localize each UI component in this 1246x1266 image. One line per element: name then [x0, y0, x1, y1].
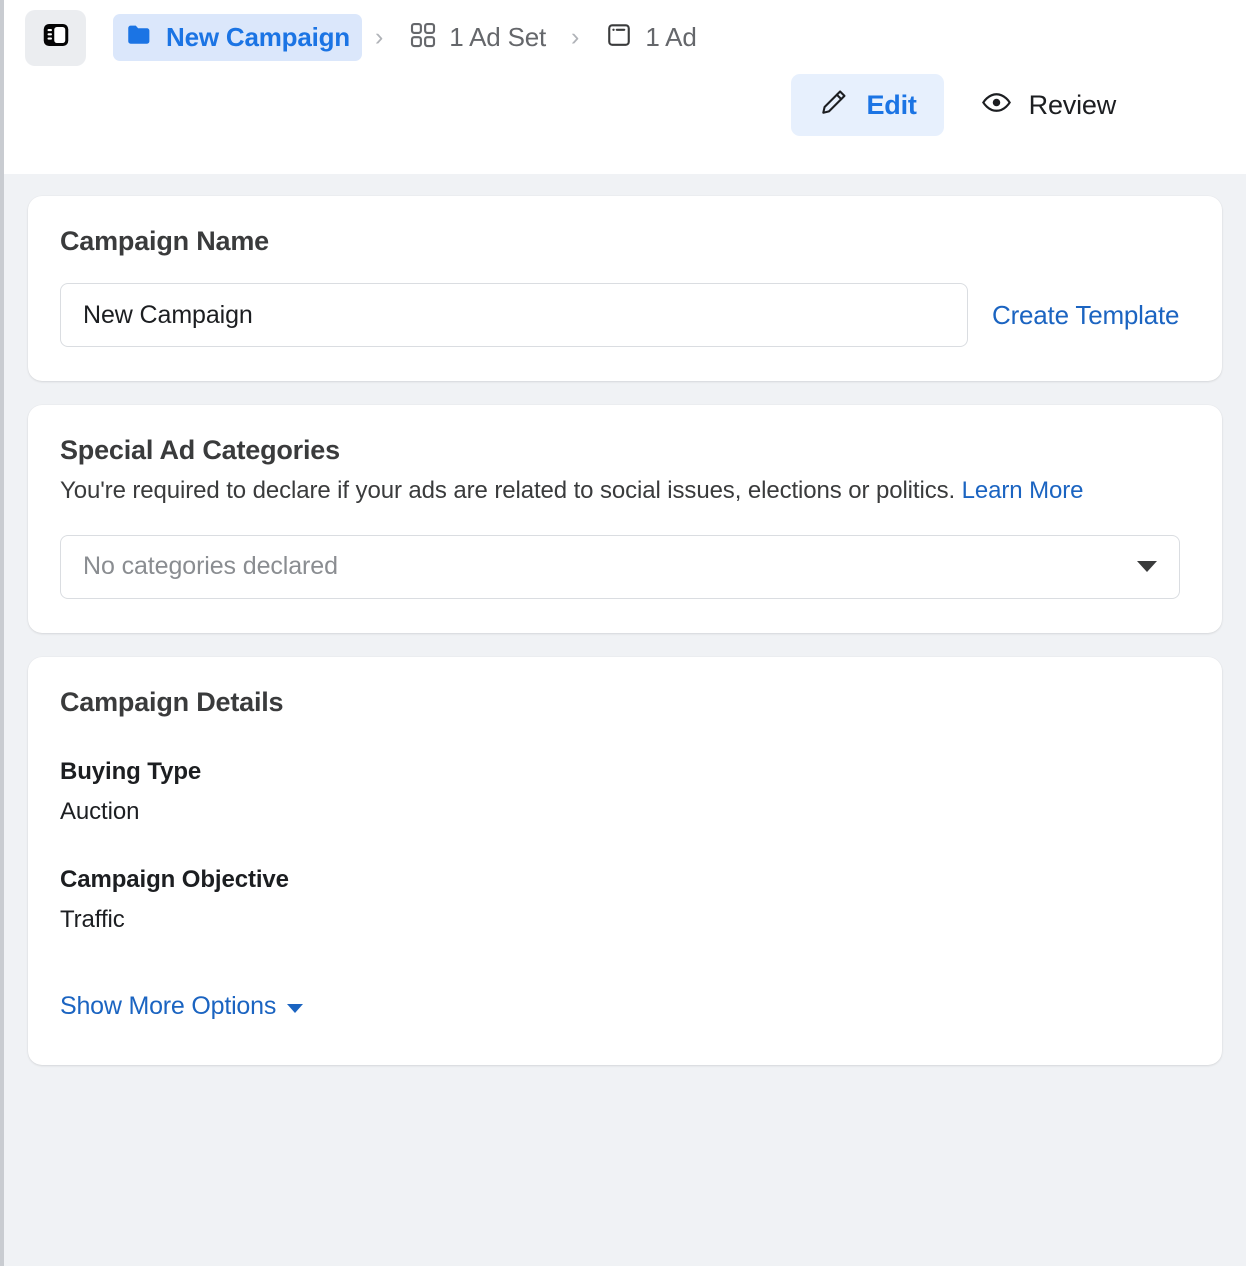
buying-type-value: Auction: [60, 798, 1190, 826]
breadcrumb-item-campaign-label: New Campaign: [166, 22, 350, 53]
buying-type-label: Buying Type: [60, 758, 1190, 786]
create-template-link[interactable]: Create Template: [992, 300, 1179, 331]
chevron-down-icon: [1137, 561, 1157, 572]
campaign-objective-value: Traffic: [60, 906, 1190, 934]
campaign-name-row: Create Template: [60, 283, 1190, 347]
pencil-icon: [818, 87, 849, 123]
breadcrumb-item-ad-label: 1 Ad: [645, 22, 696, 53]
breadcrumb: New Campaign › 1 Ad Set ›: [113, 14, 709, 61]
edit-button[interactable]: Edit: [791, 74, 943, 136]
breadcrumb-item-ad-set-label: 1 Ad Set: [449, 22, 546, 53]
breadcrumb-item-ad-set[interactable]: 1 Ad Set: [396, 14, 558, 61]
breadcrumb-item-campaign[interactable]: New Campaign: [113, 14, 362, 61]
special-ad-categories-title: Special Ad Categories: [60, 435, 1190, 466]
special-ad-categories-select[interactable]: No categories declared: [60, 535, 1180, 599]
eye-icon: [981, 87, 1012, 123]
campaign-details-card: Campaign Details Buying Type Auction Cam…: [28, 657, 1222, 1065]
show-more-options-button[interactable]: Show More Options: [60, 992, 303, 1021]
special-ad-categories-description: You're required to declare if your ads a…: [60, 475, 1190, 507]
learn-more-link[interactable]: Learn More: [962, 477, 1084, 504]
chevron-down-icon: [287, 1004, 303, 1013]
folder-icon: [125, 20, 155, 55]
campaign-objective-label: Campaign Objective: [60, 866, 1190, 894]
buying-type-field: Buying Type Auction: [60, 758, 1190, 826]
breadcrumb-item-ad[interactable]: 1 Ad: [592, 14, 708, 61]
grid-icon: [408, 20, 438, 55]
ad-window-icon: [604, 20, 634, 55]
campaign-name-title: Campaign Name: [60, 226, 1190, 257]
main-content: Campaign Name Create Template Special Ad…: [4, 174, 1246, 1065]
campaign-name-input[interactable]: [60, 283, 968, 347]
sidebar-panel-icon: [41, 20, 71, 55]
special-ad-categories-card: Special Ad Categories You're required to…: [28, 405, 1222, 633]
sidebar-toggle-button[interactable]: [25, 10, 86, 66]
special-ad-categories-select-value: No categories declared: [83, 552, 338, 581]
breadcrumb-separator: ›: [375, 25, 383, 50]
ads-manager-campaign-editor: New Campaign › 1 Ad Set ›: [0, 0, 1246, 1266]
campaign-name-card: Campaign Name Create Template: [28, 196, 1222, 381]
edit-button-label: Edit: [866, 90, 916, 121]
review-button-label: Review: [1029, 90, 1116, 121]
breadcrumb-row: New Campaign › 1 Ad Set ›: [4, 0, 1246, 56]
review-button[interactable]: Review: [954, 74, 1143, 136]
view-mode-actions: Edit Review: [4, 74, 1246, 136]
top-bar: New Campaign › 1 Ad Set ›: [4, 0, 1246, 174]
campaign-objective-field: Campaign Objective Traffic: [60, 866, 1190, 934]
campaign-details-title: Campaign Details: [60, 687, 1190, 718]
special-ad-categories-description-text: You're required to declare if your ads a…: [60, 477, 955, 504]
show-more-options-label: Show More Options: [60, 992, 276, 1021]
breadcrumb-separator: ›: [571, 25, 579, 50]
